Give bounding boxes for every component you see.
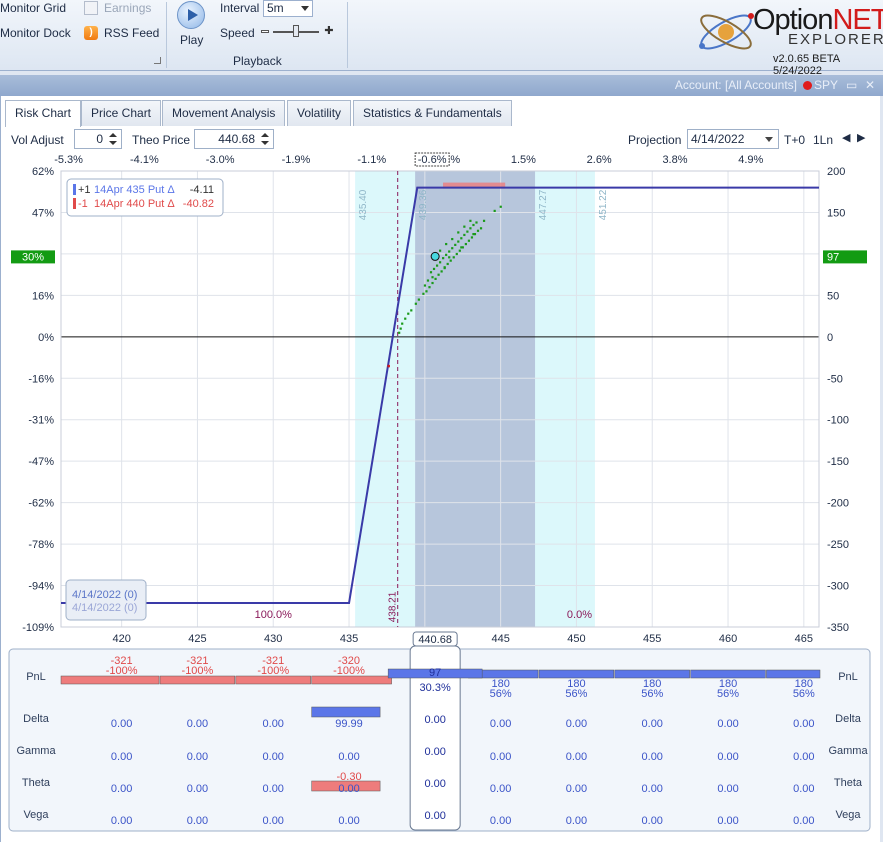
projection-date-select[interactable]: 4/14/2022: [687, 129, 779, 149]
risk-panel: [0, 96, 880, 842]
status-dot-icon: [802, 81, 812, 90]
speed-slider-thumb[interactable]: [293, 25, 299, 37]
logo-subtitle: EXPLORER: [788, 31, 883, 48]
chevron-down-icon: [765, 137, 773, 142]
restore-icon[interactable]: ▭: [846, 78, 857, 92]
earnings-button[interactable]: Earnings: [104, 1, 151, 15]
minus-icon[interactable]: [261, 30, 269, 33]
play-icon[interactable]: [177, 1, 205, 29]
version-label: v2.0.65 BETA 5/24/2022: [773, 53, 840, 77]
tab-price-chart[interactable]: Price Chart: [81, 100, 162, 126]
spin-down-icon[interactable]: [109, 141, 117, 145]
app-logo: OptionNET EXPLORER v2.0.65 BETA 5/24/202…: [693, 0, 883, 77]
tab-movement-analysis[interactable]: Movement Analysis: [162, 100, 286, 126]
theo-price-label: Theo Price: [132, 133, 191, 147]
monitor-grid-button[interactable]: Monitor Grid: [0, 1, 66, 15]
t-plus-label: T+0: [784, 133, 806, 147]
spin-up-icon[interactable]: [109, 133, 117, 137]
rss-icon: ): [84, 26, 98, 40]
speed-label: Speed: [220, 26, 255, 40]
spin-up-icon[interactable]: [261, 133, 269, 137]
prev-arrow-icon[interactable]: ◀: [842, 131, 850, 144]
playback-group-label: Playback: [233, 54, 282, 68]
account-bar: Account: [All Accounts] SPY ▭ ✕: [0, 75, 883, 96]
rss-feed-button[interactable]: RSS Feed: [104, 26, 159, 40]
interval-select[interactable]: 5m: [263, 0, 313, 17]
theo-price-spinner[interactable]: 440.68: [194, 129, 274, 149]
interval-label: Interval: [220, 1, 260, 15]
projection-label: Projection: [628, 133, 682, 147]
monitor-dock-button[interactable]: Monitor Dock: [0, 26, 71, 40]
tab-risk-chart[interactable]: Risk Chart: [5, 100, 82, 127]
vol-adjust-value: 0: [96, 132, 103, 146]
vol-adjust-spinner[interactable]: 0: [74, 129, 122, 149]
ribbon-separator: [166, 2, 167, 68]
theo-price-value: 440.68: [218, 132, 255, 146]
tab-statistics-fundamentals[interactable]: Statistics & Fundamentals: [353, 100, 512, 126]
projection-date-value: 4/14/2022: [691, 132, 745, 146]
plus-icon[interactable]: ✚: [324, 26, 334, 37]
tab-volatility[interactable]: Volatility: [287, 100, 352, 126]
earnings-icon: [84, 1, 98, 15]
symbol-label: SPY: [813, 78, 838, 92]
account-selector[interactable]: Account: [All Accounts] SPY: [675, 78, 838, 92]
group-launcher-icon[interactable]: [154, 57, 161, 64]
vol-adjust-label: Vol Adjust: [11, 133, 64, 147]
play-button[interactable]: Play: [180, 33, 203, 47]
ribbon: Monitor Grid Monitor Dock Earnings ) RSS…: [0, 0, 883, 77]
ribbon-separator: [347, 2, 348, 68]
chevron-down-icon: [301, 6, 309, 11]
next-arrow-icon[interactable]: ▶: [857, 131, 865, 144]
lines-label: 1Ln: [813, 133, 834, 147]
interval-value: 5m: [267, 1, 284, 15]
spin-down-icon[interactable]: [261, 141, 269, 145]
close-icon[interactable]: ✕: [865, 78, 875, 92]
